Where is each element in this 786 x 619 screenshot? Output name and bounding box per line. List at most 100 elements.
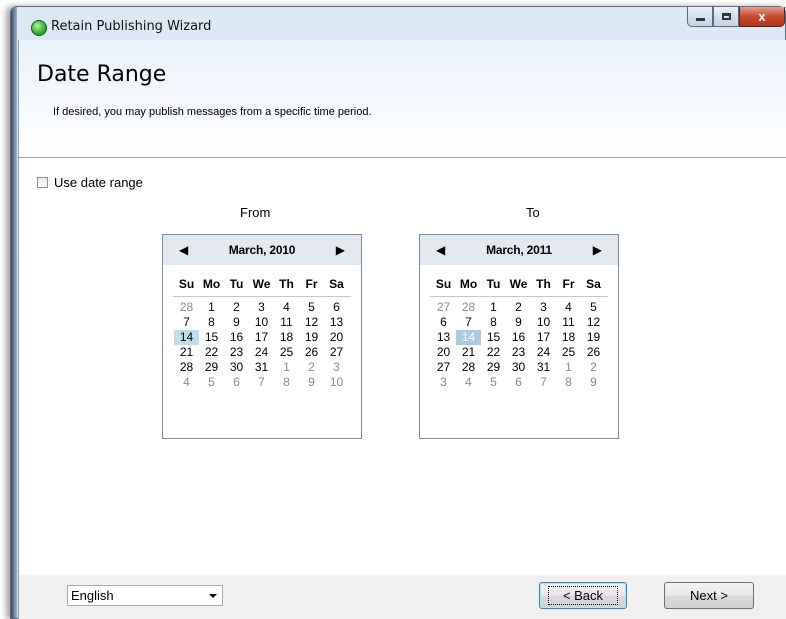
calendar-day[interactable]: 28: [174, 300, 199, 315]
calendar-day[interactable]: 21: [174, 345, 199, 360]
calendar-day-today[interactable]: 14: [174, 330, 199, 345]
calendar-day[interactable]: 28: [456, 300, 481, 315]
next-button[interactable]: Next >: [664, 582, 754, 609]
calendar-day[interactable]: 5: [299, 300, 324, 315]
calendar-day[interactable]: 6: [224, 375, 249, 390]
calendar-day[interactable]: 26: [581, 345, 606, 360]
calendar-day[interactable]: 21: [456, 345, 481, 360]
calendar-day[interactable]: 1: [556, 360, 581, 375]
calendar-day[interactable]: 3: [324, 360, 349, 375]
calendar-day[interactable]: 8: [556, 375, 581, 390]
calendar-day[interactable]: 7: [456, 315, 481, 330]
calendar-day[interactable]: 17: [249, 330, 274, 345]
calendar-day[interactable]: 4: [174, 375, 199, 390]
calendar-day[interactable]: 5: [581, 300, 606, 315]
calendar-day[interactable]: 23: [506, 345, 531, 360]
calendar-day[interactable]: 3: [431, 375, 456, 390]
use-date-range-checkbox[interactable]: [37, 177, 48, 188]
calendar-day[interactable]: 2: [506, 300, 531, 315]
calendar-day[interactable]: 2: [299, 360, 324, 375]
from-calendar[interactable]: ◀ March, 2010 ▶ Su Mo Tu We Th Fr Sa 28 1 2 3 4 5 6 7…: [162, 234, 362, 439]
calendar-day[interactable]: 20: [324, 330, 349, 345]
calendar-day[interactable]: 4: [456, 375, 481, 390]
calendar-day[interactable]: 9: [581, 375, 606, 390]
calendar-day[interactable]: 15: [481, 330, 506, 345]
calendar-day[interactable]: 31: [249, 360, 274, 375]
calendar-day[interactable]: 7: [174, 315, 199, 330]
dropdown-arrow-icon[interactable]: [209, 594, 217, 598]
calendar-day[interactable]: 10: [324, 375, 349, 390]
calendar-day[interactable]: 6: [431, 315, 456, 330]
calendar-day[interactable]: 2: [224, 300, 249, 315]
calendar-day-today[interactable]: 14: [456, 330, 481, 345]
calendar-day[interactable]: 18: [556, 330, 581, 345]
calendar-day[interactable]: 26: [299, 345, 324, 360]
calendar-day[interactable]: 10: [531, 315, 556, 330]
calendar-day[interactable]: 15: [199, 330, 224, 345]
calendar-day[interactable]: 7: [249, 375, 274, 390]
calendar-day[interactable]: 8: [274, 375, 299, 390]
calendar-day[interactable]: 1: [481, 300, 506, 315]
calendar-day[interactable]: 6: [324, 300, 349, 315]
calendar-day[interactable]: 7: [531, 375, 556, 390]
calendar-day[interactable]: 3: [249, 300, 274, 315]
month-label[interactable]: March, 2011: [486, 243, 552, 257]
calendar-day[interactable]: 13: [431, 330, 456, 345]
language-select[interactable]: English: [67, 585, 223, 606]
close-button[interactable]: x: [739, 7, 785, 27]
calendar-day[interactable]: 11: [274, 315, 299, 330]
calendar-day[interactable]: 6: [506, 375, 531, 390]
to-calendar[interactable]: ◀ March, 2011 ▶ Su Mo Tu We Th Fr Sa 27 28 1 2 3 4 5…: [419, 234, 619, 439]
calendar-day[interactable]: 5: [481, 375, 506, 390]
calendar-day[interactable]: 12: [299, 315, 324, 330]
next-month-icon[interactable]: ▶: [593, 243, 602, 257]
calendar-day[interactable]: 10: [249, 315, 274, 330]
calendar-day[interactable]: 25: [274, 345, 299, 360]
calendar-day[interactable]: 27: [324, 345, 349, 360]
calendar-day[interactable]: 5: [199, 375, 224, 390]
calendar-day[interactable]: 16: [224, 330, 249, 345]
calendar-day[interactable]: 22: [481, 345, 506, 360]
calendar-day[interactable]: 30: [224, 360, 249, 375]
calendar-day[interactable]: 2: [581, 360, 606, 375]
calendar-day[interactable]: 4: [274, 300, 299, 315]
calendar-day[interactable]: 12: [581, 315, 606, 330]
calendar-day[interactable]: 25: [556, 345, 581, 360]
calendar-day[interactable]: 19: [581, 330, 606, 345]
calendar-day[interactable]: 20: [431, 345, 456, 360]
calendar-day[interactable]: 28: [456, 360, 481, 375]
use-date-range-option[interactable]: Use date range: [37, 175, 143, 190]
month-label[interactable]: March, 2010: [229, 243, 296, 257]
calendar-day[interactable]: 29: [481, 360, 506, 375]
next-month-icon[interactable]: ▶: [336, 243, 345, 257]
calendar-day[interactable]: 1: [199, 300, 224, 315]
back-button[interactable]: < Back: [539, 582, 627, 609]
calendar-day[interactable]: 16: [506, 330, 531, 345]
prev-month-icon[interactable]: ◀: [179, 243, 188, 257]
minimize-button[interactable]: [687, 7, 713, 27]
calendar-day[interactable]: 24: [249, 345, 274, 360]
use-date-range-label[interactable]: Use date range: [54, 175, 143, 190]
calendar-day[interactable]: 27: [431, 300, 456, 315]
calendar-day[interactable]: 3: [531, 300, 556, 315]
calendar-day[interactable]: 1: [274, 360, 299, 375]
calendar-day[interactable]: 17: [531, 330, 556, 345]
calendar-day[interactable]: 24: [531, 345, 556, 360]
calendar-day[interactable]: 30: [506, 360, 531, 375]
calendar-day[interactable]: 31: [531, 360, 556, 375]
calendar-day[interactable]: 9: [506, 315, 531, 330]
calendar-day[interactable]: 8: [481, 315, 506, 330]
calendar-day[interactable]: 29: [199, 360, 224, 375]
calendar-day[interactable]: 22: [199, 345, 224, 360]
calendar-day[interactable]: 28: [174, 360, 199, 375]
calendar-day[interactable]: 9: [224, 315, 249, 330]
calendar-day[interactable]: 27: [431, 360, 456, 375]
calendar-day[interactable]: 19: [299, 330, 324, 345]
calendar-day[interactable]: 18: [274, 330, 299, 345]
calendar-day[interactable]: 9: [299, 375, 324, 390]
calendar-day[interactable]: 11: [556, 315, 581, 330]
calendar-day[interactable]: 13: [324, 315, 349, 330]
calendar-day[interactable]: 8: [199, 315, 224, 330]
calendar-day[interactable]: 23: [224, 345, 249, 360]
calendar-day[interactable]: 4: [556, 300, 581, 315]
